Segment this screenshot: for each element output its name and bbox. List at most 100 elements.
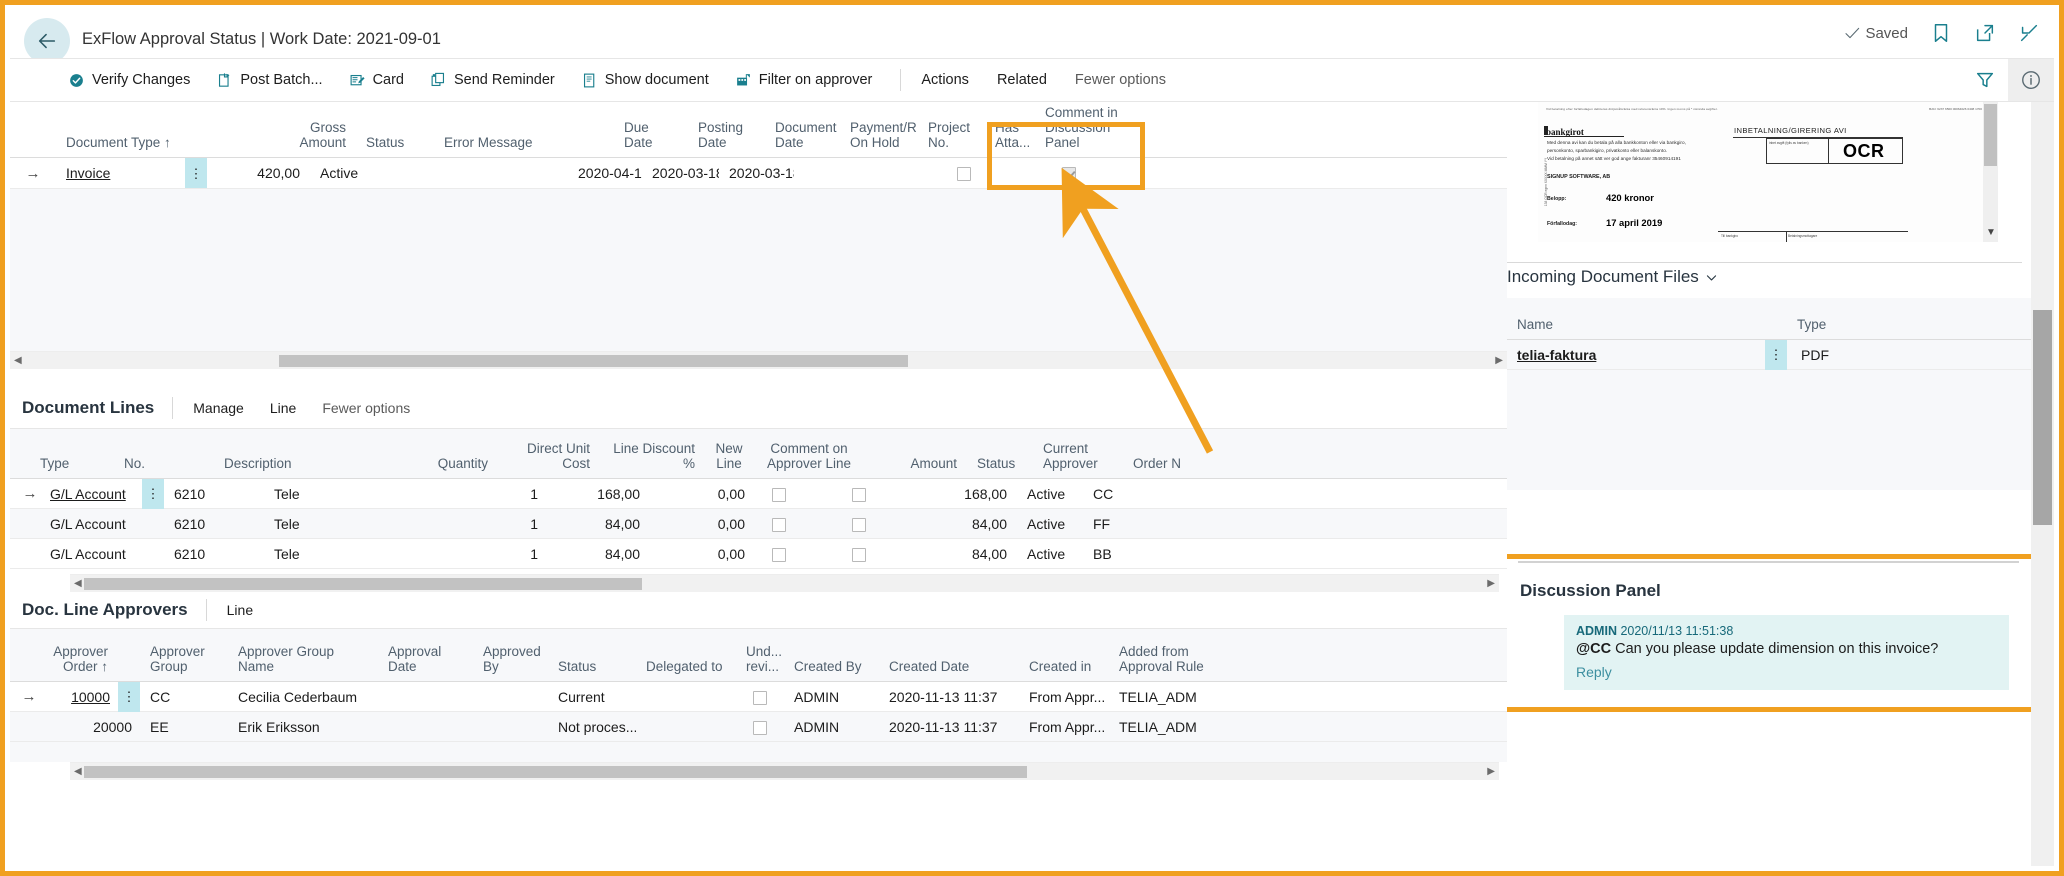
ap-cell-under-review[interactable]: [736, 718, 784, 735]
new-line-checkbox[interactable]: [772, 517, 786, 532]
ap-col-created-date[interactable]: Created Date: [879, 659, 1019, 681]
card-button[interactable]: Card: [349, 72, 404, 89]
incoming-document-files-header[interactable]: Incoming Document Files: [1507, 267, 2031, 287]
scroll-down-icon[interactable]: ▼: [1986, 227, 1996, 238]
scroll-left-icon[interactable]: ◀: [74, 578, 82, 589]
dl-col-current-approver[interactable]: Current Approver: [1033, 441, 1123, 478]
cell-comment-in-discussion-panel[interactable]: [989, 165, 1149, 182]
ap-cell-approver-order[interactable]: 10000: [48, 689, 118, 705]
scrollbar-thumb[interactable]: [84, 578, 642, 590]
dl-col-comment-on-approver-line[interactable]: Comment on Approver Line: [753, 441, 865, 478]
under-review-checkbox[interactable]: [753, 720, 767, 735]
idf-col-type[interactable]: Type: [1787, 317, 1887, 339]
row-menu-button[interactable]: ⋮: [185, 158, 207, 188]
dl-col-order-no[interactable]: Order N: [1123, 456, 1213, 478]
idf-cell-name[interactable]: telia-faktura: [1507, 347, 1765, 363]
related-menu[interactable]: Related: [997, 72, 1047, 88]
scrollbar-thumb[interactable]: [279, 355, 909, 367]
cell-document-type[interactable]: Invoice: [56, 165, 185, 181]
scroll-right-icon[interactable]: ▶: [1487, 766, 1495, 777]
ap-col-approved-by[interactable]: Approved By: [473, 644, 548, 681]
table-row[interactable]: → G/L Account ⋮ 6210 Tele 1 168,00 0,00 …: [10, 478, 1507, 509]
show-document-button[interactable]: Show document: [581, 72, 709, 89]
col-gross-amount[interactable]: Gross Amount: [253, 120, 356, 157]
chevron-down-icon[interactable]: [1705, 271, 1718, 284]
ap-col-created-in[interactable]: Created in: [1019, 659, 1109, 681]
dl-col-direct-unit-cost[interactable]: Direct Unit Cost: [498, 441, 600, 478]
scroll-left-icon[interactable]: ◀: [14, 355, 22, 366]
idf-col-name[interactable]: Name: [1507, 317, 1787, 339]
scrollbar-thumb[interactable]: [84, 766, 1028, 778]
page-vscrollbar[interactable]: [2031, 102, 2054, 866]
comment-on-approver-line-checkbox[interactable]: [852, 547, 866, 562]
cell-has-attachment[interactable]: [939, 165, 989, 182]
scroll-right-icon[interactable]: ▶: [1495, 355, 1503, 366]
document-lines-manage[interactable]: Manage: [193, 400, 244, 416]
ap-cell-under-review[interactable]: [736, 688, 784, 705]
ap-col-approver-order[interactable]: Approver Order ↑: [40, 644, 118, 681]
row-menu-button[interactable]: ⋮: [142, 478, 164, 509]
col-document-date[interactable]: Document Date: [765, 120, 840, 157]
ap-col-created-by[interactable]: Created By: [784, 659, 879, 681]
ap-col-status[interactable]: Status: [548, 659, 636, 681]
dl-cell-type[interactable]: G/L Account: [50, 486, 142, 502]
dl-cell-new-line[interactable]: [755, 485, 803, 502]
under-review-checkbox[interactable]: [753, 690, 767, 705]
scrollbar-thumb[interactable]: [1984, 104, 1997, 166]
post-batch-button[interactable]: Post Batch...: [216, 72, 323, 89]
document-lines-line[interactable]: Line: [270, 400, 296, 416]
open-in-new-window-icon[interactable]: [1974, 22, 1996, 44]
info-pane-button[interactable]: [2008, 59, 2054, 101]
filter-pane-button[interactable]: [1962, 59, 2008, 101]
dl-cell-new-line[interactable]: [755, 545, 803, 562]
document-lines-hscrollbar[interactable]: ◀ ▶: [70, 574, 1499, 592]
new-line-checkbox[interactable]: [772, 547, 786, 562]
table-row[interactable]: → Invoice ⋮ 420,00 Active 2020-04-17 202…: [10, 158, 1507, 189]
actions-menu[interactable]: Actions: [921, 72, 969, 88]
dl-col-amount[interactable]: Amount: [865, 456, 967, 478]
comment-in-discussion-panel-checkbox[interactable]: [1062, 167, 1076, 182]
col-comment-in-discussion-panel[interactable]: Comment in Discussion Panel: [1035, 105, 1195, 157]
doc-line-approvers-line[interactable]: Line: [227, 602, 253, 618]
ap-col-delegated-to[interactable]: Delegated to: [636, 659, 736, 681]
list-item[interactable]: telia-faktura ⋮ PDF: [1507, 339, 2031, 370]
table-row[interactable]: G/L Account 6210 Tele 1 84,00 0,00 84,00…: [10, 539, 1507, 569]
ap-col-approver-group-name[interactable]: Approver Group Name: [228, 644, 378, 681]
col-has-attachment[interactable]: Has Atta...: [985, 120, 1035, 157]
dl-cell-new-line[interactable]: [755, 515, 803, 532]
filter-on-approver-button[interactable]: Filter on approver: [735, 72, 872, 89]
send-reminder-button[interactable]: Send Reminder: [430, 72, 555, 89]
dl-cell-comment-on-approver-line[interactable]: [803, 485, 915, 502]
doc-line-approvers-hscrollbar[interactable]: ◀ ▶: [70, 762, 1499, 780]
row-menu-button[interactable]: ⋮: [118, 681, 140, 712]
dl-col-new-line[interactable]: New Line: [705, 441, 753, 478]
dl-cell-comment-on-approver-line[interactable]: [803, 545, 915, 562]
comment-on-approver-line-checkbox[interactable]: [852, 487, 866, 502]
header-grid-hscrollbar[interactable]: ◀ ▶: [10, 351, 1507, 369]
dl-col-no[interactable]: No.: [114, 456, 214, 478]
dl-col-description[interactable]: Description: [214, 456, 420, 478]
table-row[interactable]: 20000 EE Erik Eriksson Not proces... ADM…: [10, 712, 1507, 742]
col-status[interactable]: Status: [356, 135, 434, 157]
comment-on-approver-line-checkbox[interactable]: [852, 517, 866, 532]
ap-col-added-from-approval-rule[interactable]: Added from Approval Rule: [1109, 644, 1229, 681]
col-error-message[interactable]: Error Message: [434, 135, 614, 157]
has-attachment-checkbox[interactable]: [957, 167, 971, 182]
document-lines-fewer-options[interactable]: Fewer options: [322, 400, 410, 416]
dl-col-type[interactable]: Type: [30, 456, 92, 478]
dl-cell-comment-on-approver-line[interactable]: [803, 515, 915, 532]
ap-col-under-review[interactable]: Und... revi...: [736, 644, 784, 681]
table-row[interactable]: G/L Account 6210 Tele 1 84,00 0,00 84,00…: [10, 509, 1507, 539]
bookmark-icon[interactable]: [1930, 22, 1952, 44]
col-due-date[interactable]: Due Date: [614, 120, 688, 157]
scrollbar-thumb[interactable]: [2033, 310, 2052, 525]
fewer-options-button[interactable]: Fewer options: [1075, 72, 1166, 88]
verify-changes-button[interactable]: Verify Changes: [68, 72, 190, 89]
dl-col-line-discount[interactable]: Line Discount %: [600, 441, 705, 478]
document-preview[interactable]: Vid betalning efter forfallodagen debite…: [1538, 102, 1998, 242]
col-posting-date[interactable]: Posting Date: [688, 120, 765, 157]
col-payment-on-hold[interactable]: Payment/R... On Hold: [840, 120, 918, 157]
reply-link[interactable]: Reply: [1576, 664, 1997, 680]
preview-scrollbar[interactable]: ▼: [1983, 102, 1998, 242]
scroll-left-icon[interactable]: ◀: [74, 766, 82, 777]
